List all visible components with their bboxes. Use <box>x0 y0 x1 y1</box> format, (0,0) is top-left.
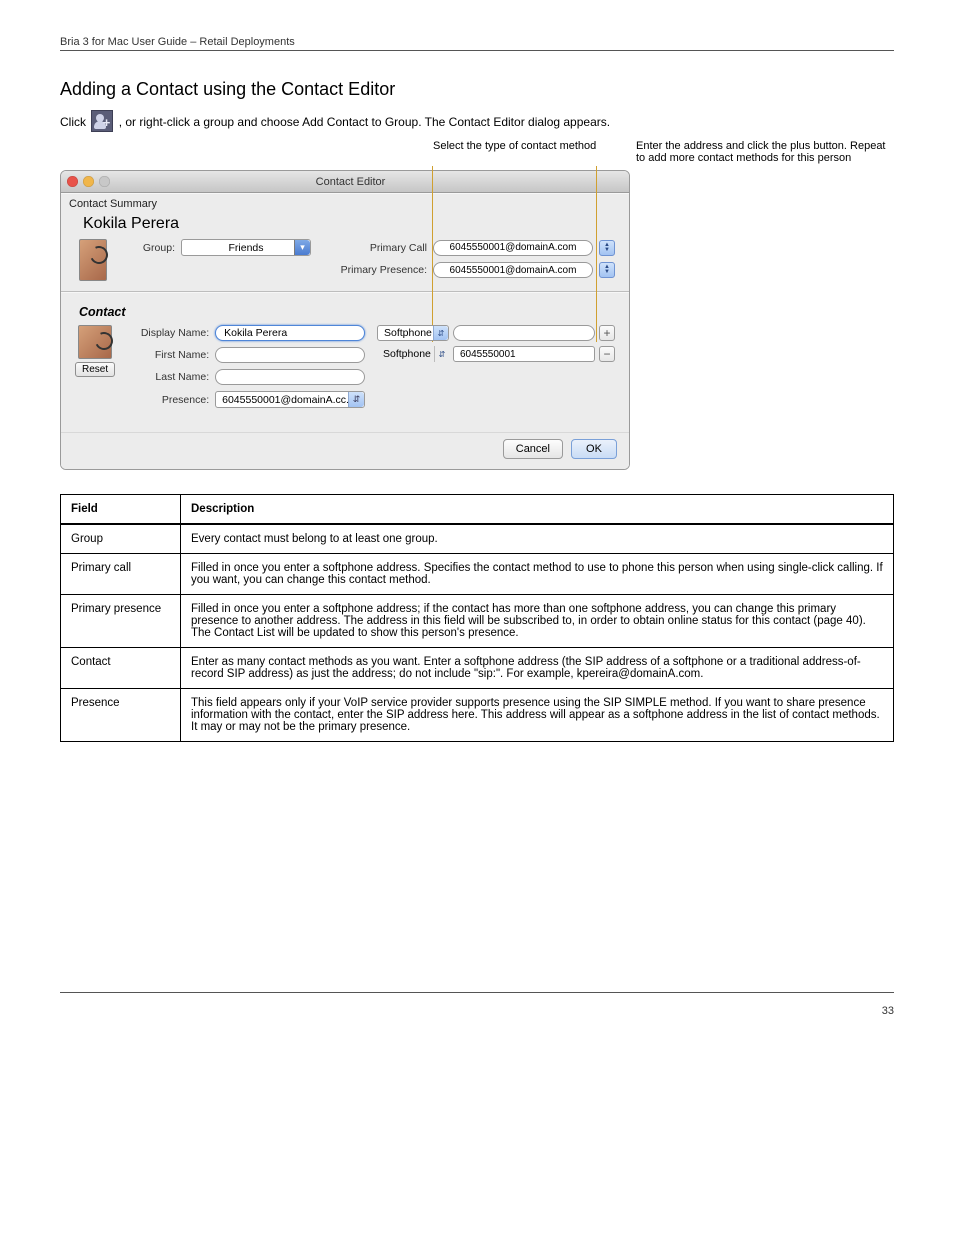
table-row: Primary presence Filled in once you ente… <box>61 595 894 648</box>
primary-call-label: Primary Call <box>317 242 427 254</box>
table-head-description: Description <box>181 495 894 525</box>
table-cell-desc: Enter as many contact methods as you wan… <box>181 648 894 689</box>
presence-combo[interactable]: 6045550001@domainA.cc... ⇵ <box>215 391 365 408</box>
contact-editor-window: Contact Editor Contact Summary Kokila Pe… <box>60 170 630 470</box>
chevron-updown-icon: ⇵ <box>433 326 448 340</box>
table-cell-field: Presence <box>61 689 181 742</box>
primary-presence-stepper[interactable]: ▲▼ <box>599 262 615 278</box>
contact-method-value-1[interactable] <box>453 325 595 341</box>
contact-avatar-small <box>78 325 112 359</box>
annotation-leader-1 <box>432 166 433 342</box>
chevron-down-icon: ▾ <box>294 240 310 255</box>
chevron-updown-icon: ⇵ <box>348 392 364 407</box>
table-cell-field: Contact <box>61 648 181 689</box>
page-number: 33 <box>882 1005 894 1017</box>
display-name-label: Display Name: <box>123 327 209 339</box>
table-cell-field: Primary presence <box>61 595 181 648</box>
remove-method-button[interactable]: − <box>599 346 615 362</box>
primary-presence-label: Primary Presence: <box>317 264 427 276</box>
annotation-method-type: Select the type of contact method <box>433 140 618 164</box>
primary-call-value[interactable]: 6045550001@domainA.com <box>433 240 593 256</box>
table-row: Primary call Filled in once you enter a … <box>61 554 894 595</box>
display-name-input[interactable]: Kokila Perera <box>215 325 365 341</box>
table-row: Group Every contact must belong to at le… <box>61 524 894 554</box>
contact-method-type-1[interactable]: Softphone ⇵ <box>377 325 449 341</box>
footer-rule <box>60 992 894 993</box>
table-cell-desc: This field appears only if your VoIP ser… <box>181 689 894 742</box>
ok-button[interactable]: OK <box>571 439 617 459</box>
table-cell-desc: Every contact must belong to at least on… <box>181 524 894 554</box>
last-name-input[interactable] <box>215 369 365 385</box>
contact-method-type-2[interactable]: Softphone ⇵ <box>377 346 449 362</box>
table-cell-field: Group <box>61 524 181 554</box>
reset-button[interactable]: Reset <box>75 362 115 377</box>
table-row: Presence This field appears only if your… <box>61 689 894 742</box>
presence-label: Presence: <box>123 394 209 406</box>
contact-section-header: Contact <box>79 305 615 319</box>
intro-paragraph: Click , or right-click a group and choos… <box>60 110 894 132</box>
window-titlebar: Contact Editor <box>61 171 629 193</box>
tab-contact-summary[interactable]: Contact Summary <box>61 193 629 213</box>
add-method-button[interactable]: + <box>599 325 615 341</box>
window-close-icon[interactable] <box>67 176 78 187</box>
first-name-input[interactable] <box>215 347 365 363</box>
cancel-button[interactable]: Cancel <box>503 439 563 459</box>
table-cell-desc: Filled in once you enter a softphone add… <box>181 595 894 648</box>
primary-call-stepper[interactable]: ▲▼ <box>599 240 615 256</box>
table-cell-desc: Filled in once you enter a softphone add… <box>181 554 894 595</box>
table-head-field: Field <box>61 495 181 525</box>
chevron-updown-icon: ⇵ <box>434 346 449 362</box>
fields-table: Field Description Group Every contact mu… <box>60 494 894 742</box>
section-title: Adding a Contact using the Contact Edito… <box>60 79 894 100</box>
annotation-leader-2 <box>596 166 597 342</box>
contact-avatar <box>79 239 107 281</box>
table-cell-field: Primary call <box>61 554 181 595</box>
add-contact-icon <box>91 110 113 132</box>
last-name-label: Last Name: <box>123 371 209 383</box>
table-row: Contact Enter as many contact methods as… <box>61 648 894 689</box>
contact-method-value-2[interactable]: 6045550001 <box>453 346 595 362</box>
annotation-add-address: Enter the address and click the plus but… <box>636 140 894 164</box>
group-label: Group: <box>115 242 175 254</box>
first-name-label: First Name: <box>123 349 209 361</box>
page-header-left: Bria 3 for Mac User Guide – Retail Deplo… <box>60 36 295 48</box>
group-combo[interactable]: Friends ▾ <box>181 239 311 256</box>
header-rule <box>60 50 894 51</box>
window-title: Contact Editor <box>78 176 623 188</box>
contact-name: Kokila Perera <box>79 213 617 239</box>
primary-presence-value[interactable]: 6045550001@domainA.com <box>433 262 593 278</box>
